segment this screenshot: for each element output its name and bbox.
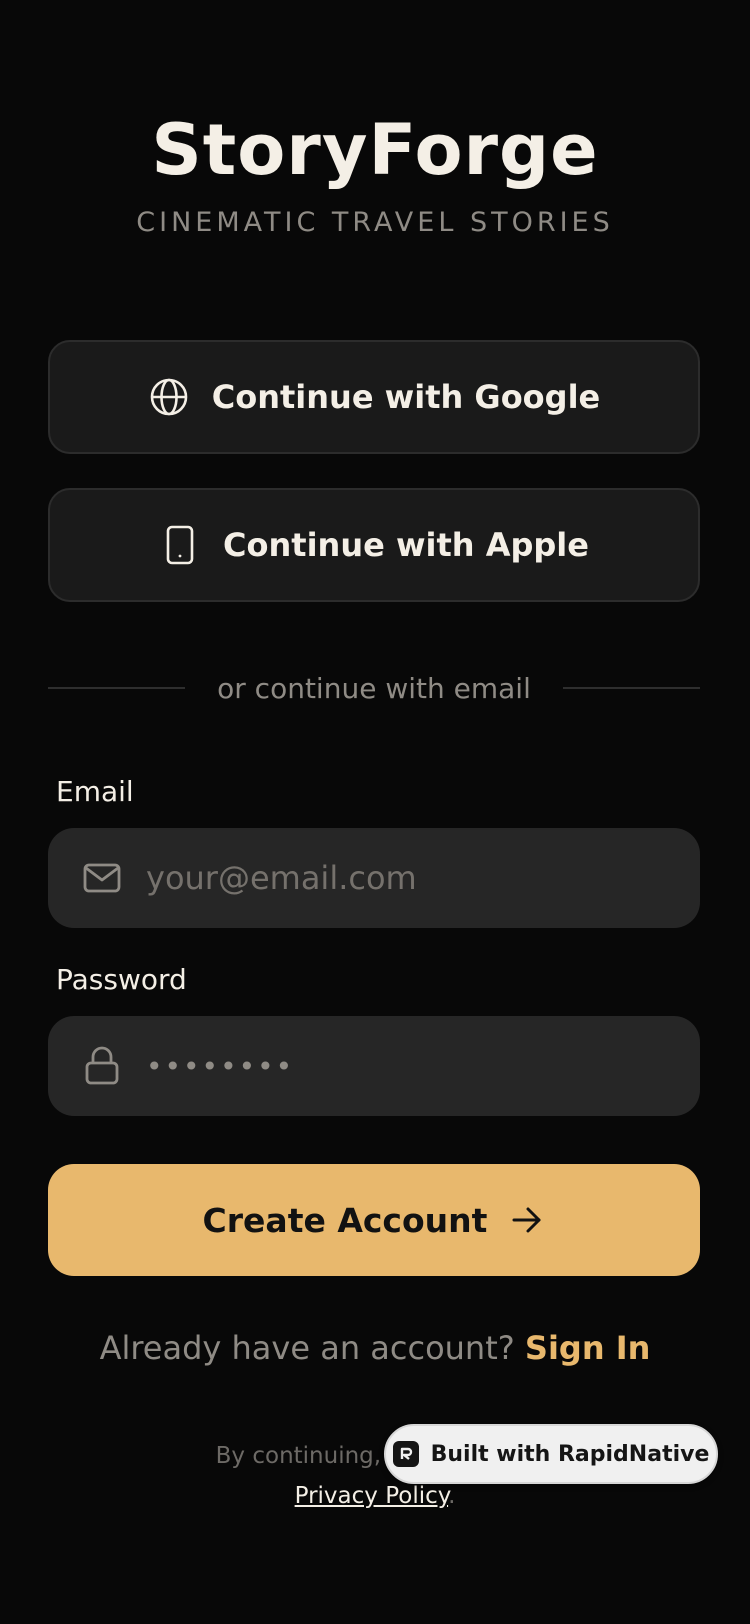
email-input[interactable] (146, 848, 700, 908)
continue-with-apple-button[interactable]: Continue with Apple (48, 488, 700, 602)
create-account-button[interactable]: Create Account (48, 1164, 700, 1276)
continue-with-google-button[interactable]: Continue with Google (48, 340, 700, 454)
email-divider: or continue with email (48, 668, 700, 708)
email-label: Email (56, 775, 134, 808)
apple-button-label: Continue with Apple (223, 526, 589, 564)
google-button-label: Continue with Google (211, 378, 601, 416)
signin-prompt: Already have an account? Sign In (0, 1326, 750, 1370)
privacy-policy-link[interactable]: Privacy Policy (295, 1483, 448, 1509)
create-account-label: Create Account (202, 1200, 488, 1240)
lock-icon (82, 1046, 122, 1086)
password-input[interactable]: •••••••• (146, 1050, 294, 1083)
divider-line-left (48, 687, 186, 689)
app-tagline: CINEMATIC TRAVEL STORIES (136, 207, 614, 238)
signin-prompt-text: Already have an account? (99, 1329, 525, 1367)
legal-suffix: . (448, 1483, 456, 1509)
password-field-container[interactable]: •••••••• (48, 1016, 700, 1116)
divider-text: or continue with email (217, 671, 531, 705)
divider-line-right (562, 687, 700, 689)
rapidnative-logo-icon (392, 1441, 419, 1467)
arrow-right-icon (509, 1202, 545, 1238)
mail-icon (82, 858, 122, 898)
password-label: Password (56, 963, 187, 996)
signup-screen: StoryForge CINEMATIC TRAVEL STORIES Cont… (0, 0, 750, 1624)
globe-icon (148, 376, 190, 418)
phone-icon (159, 524, 201, 566)
sign-in-link[interactable]: Sign In (525, 1329, 651, 1367)
app-title: StoryForge (151, 109, 599, 191)
email-field-container[interactable] (48, 828, 700, 928)
built-with-rapidnative-badge[interactable]: Built with RapidNative (384, 1424, 718, 1484)
badge-label: Built with RapidNative (430, 1441, 710, 1467)
